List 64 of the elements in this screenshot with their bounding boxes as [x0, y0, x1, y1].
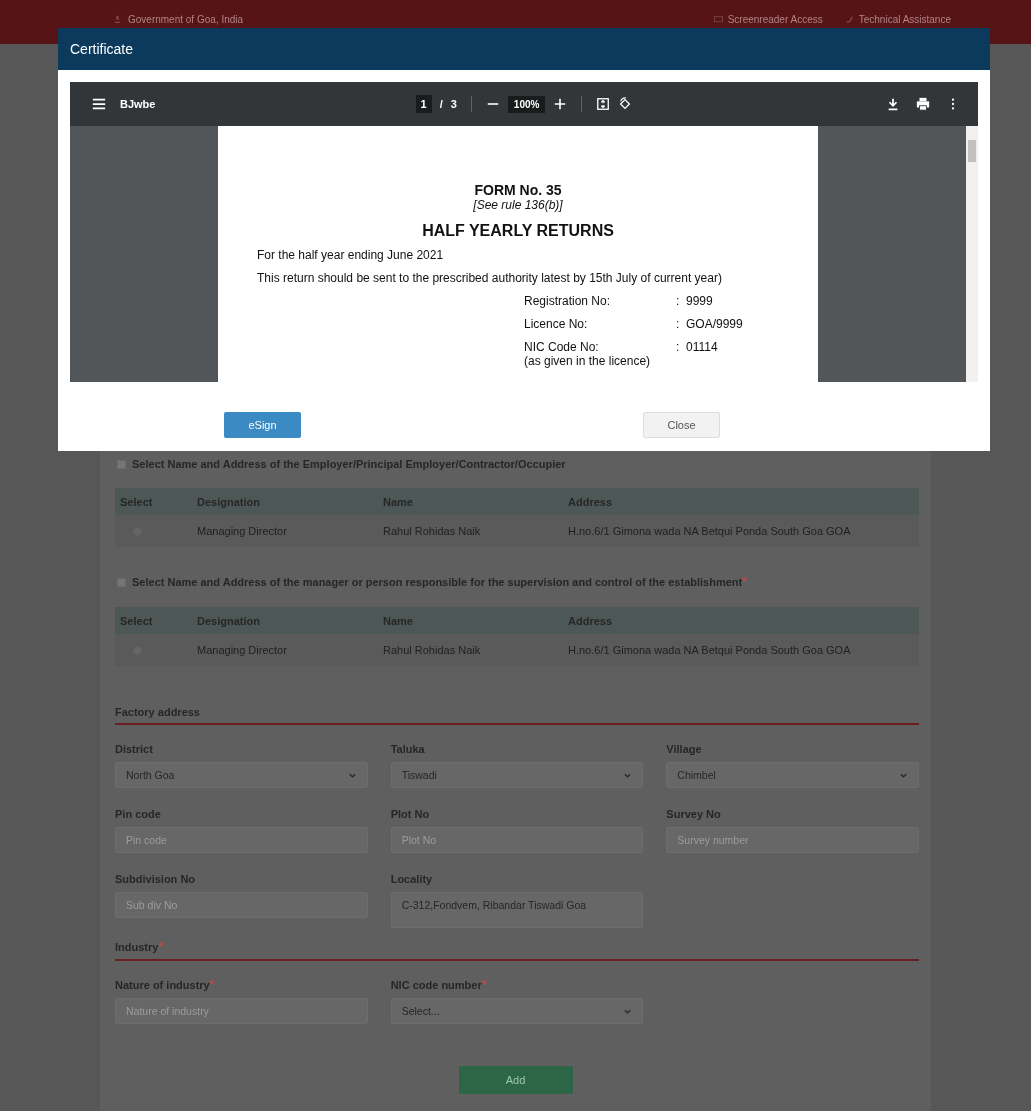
colon: :: [676, 340, 681, 354]
page-number-field[interactable]: 1: [415, 95, 432, 113]
field-label: Plot No: [390, 808, 430, 820]
colon: :: [676, 294, 681, 308]
page-count: 3: [450, 98, 457, 110]
document-heading: HALF YEARLY RETURNS: [421, 222, 615, 240]
field-label: District: [115, 743, 153, 755]
table-cell-text: Managing Director: [196, 525, 288, 537]
document-text: This return should be sent to the prescribed authority latest by 15th July of current year): [257, 271, 723, 285]
form-number: FORM No. 35: [473, 182, 563, 198]
section-title: Industry: [115, 941, 159, 953]
dropdown[interactable]: Select...: [390, 998, 644, 1024]
monitor-icon: [713, 15, 723, 24]
fit-page-icon[interactable]: [596, 97, 611, 111]
text-area[interactable]: C-312,Fondvem, Ribandar Tiswadi Goa: [390, 892, 644, 928]
top-link[interactable]: Screenreader Access: [713, 14, 823, 25]
emblem-icon: [113, 15, 122, 24]
section-title: Factory address: [115, 706, 200, 718]
table-cell-text: Rahul Rohidas Naik: [382, 644, 482, 656]
dropdown[interactable]: Tiswadi: [390, 762, 644, 788]
document-text: For the half year ending June 2021: [257, 248, 445, 262]
field-label: Village: [666, 743, 702, 755]
colon: :: [676, 317, 681, 331]
field-label: NIC Code No:: [524, 340, 600, 354]
print-icon[interactable]: [916, 97, 930, 111]
checkbox-label: Select Name and Address of the Employer/Principal Employer/Contractor/Occupier: [132, 458, 566, 470]
rule-reference: [See rule 136(b)]: [472, 198, 564, 212]
field-label: Nature of industry: [115, 979, 210, 991]
table-cell-text: H.no.6/1 Gimona wada NA Betqui Ponda South Goa GOA: [567, 525, 852, 537]
zoom-field[interactable]: 100%: [507, 95, 546, 113]
field-label: Survey No: [666, 808, 721, 820]
table-cell-text: H.no.6/1 Gimona wada NA Betqui Ponda South Goa GOA: [567, 644, 852, 656]
required-mark: *: [481, 978, 487, 992]
add-button[interactable]: Add: [458, 1066, 573, 1094]
field-label: Subdivision No: [115, 873, 196, 885]
field-value: 01114: [686, 340, 719, 354]
plus-icon[interactable]: [553, 97, 568, 111]
esign-button[interactable]: eSign: [224, 412, 301, 438]
field-label: Locality: [390, 873, 433, 885]
top-link[interactable]: Technical Assistance: [844, 14, 951, 25]
table-cell-text: Managing Director: [196, 644, 288, 656]
field-label: Pin code: [115, 808, 161, 820]
menu-icon[interactable]: [92, 97, 106, 111]
scrollbar[interactable]: [966, 126, 978, 382]
field-note: (as given in the licence): [524, 354, 652, 368]
field-value: 9999: [686, 294, 714, 308]
page-separator: /: [439, 98, 443, 110]
checkbox-label: Select Name and Address of the manager or person responsible for the supervision and control of the establishment*: [132, 575, 747, 589]
required-mark: *: [209, 978, 215, 992]
field-value: GOA/9999: [686, 317, 744, 331]
dropdown[interactable]: North Goa: [115, 762, 368, 788]
required-mark: *: [158, 940, 164, 954]
table-cell-text: Rahul Rohidas Naik: [382, 525, 482, 537]
modal-title: Certificate: [70, 41, 134, 57]
field-label: Licence No:: [524, 317, 589, 331]
dropdown[interactable]: Chimbel: [666, 762, 919, 788]
file-name: BJwbe: [120, 98, 156, 110]
field-label: Registration No:: [524, 294, 612, 308]
site-name: Government of Goa, India: [128, 14, 244, 25]
field-label: NIC code number: [390, 979, 482, 991]
close-button[interactable]: Close: [643, 412, 720, 438]
download-icon[interactable]: [886, 97, 900, 111]
rotate-icon[interactable]: [618, 97, 633, 111]
field-label: Taluka: [390, 743, 425, 755]
